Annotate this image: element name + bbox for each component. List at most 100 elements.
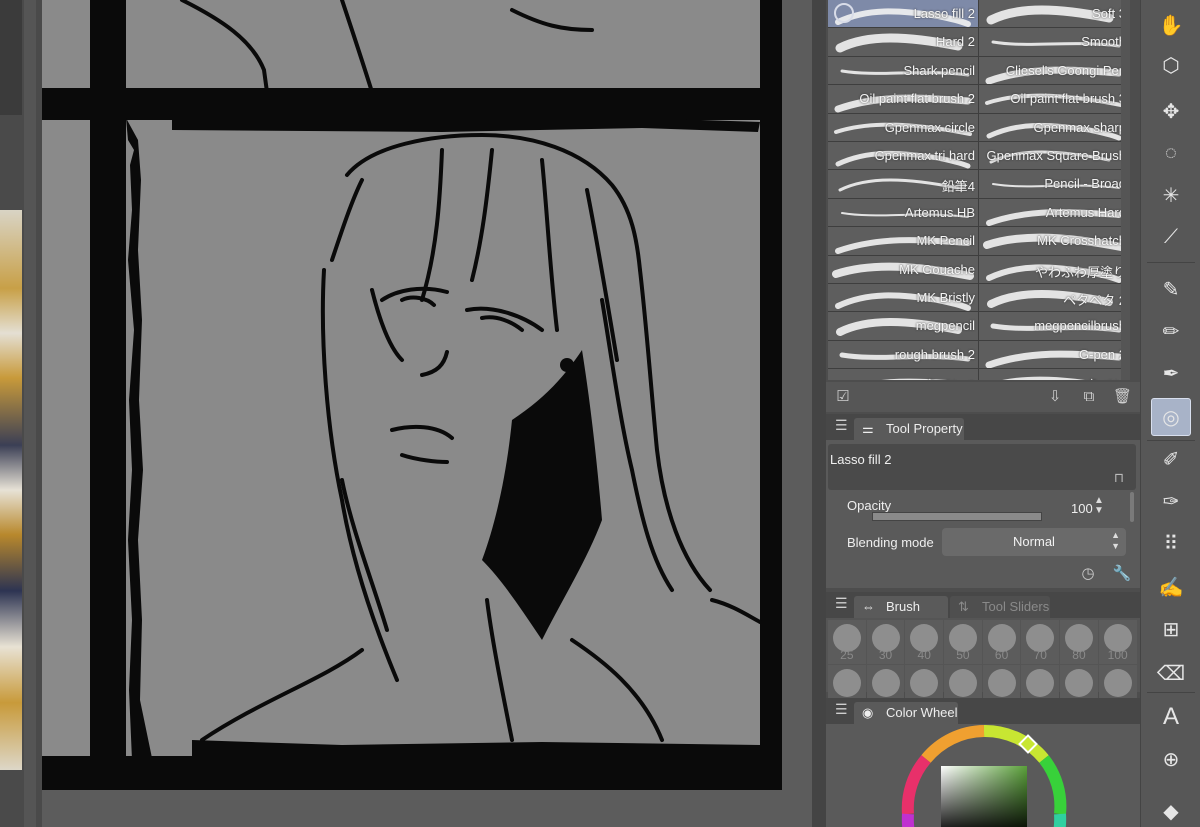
lasso-fill-tool-icon[interactable]: ◎ [1151, 398, 1191, 436]
panel-menu-icon[interactable]: ☰ [835, 595, 848, 612]
fill-bucket-tool-icon[interactable]: ◆ [1151, 792, 1191, 827]
brush-item[interactable]: Gpenmax sharp [979, 113, 1129, 141]
brush-item[interactable]: MK Crosshatch [979, 227, 1129, 255]
brush-size-dot [1065, 669, 1094, 697]
color-wheel[interactable] [826, 724, 1140, 827]
tab-tool-sliders[interactable]: ⇅ Tool Sliders [950, 596, 1050, 618]
magic-wand-tool-icon[interactable]: ✳ [1151, 176, 1191, 214]
tab-tool-property-label: Tool Property [886, 421, 963, 436]
left-panel-scrollbar[interactable] [24, 0, 36, 827]
sub-tool-actions-bar: ☑ ⇩ ⧉ 🗑 [826, 382, 1140, 412]
delete-sub-tool-icon[interactable]: 🗑 [1113, 388, 1132, 406]
brush-size-preset[interactable]: 50 [944, 620, 982, 664]
brush-item[interactable]: 鉛筆4 [828, 170, 978, 198]
tool-property-scrollbar[interactable] [1130, 492, 1134, 522]
lasso-select-tool-icon[interactable]: ◌ [1151, 134, 1191, 172]
brush-item[interactable]: Gpenmax tri hard [828, 141, 978, 170]
lock-icon[interactable]: ⊓ [1114, 470, 1124, 486]
brush-item[interactable]: ペタペタ 2 [979, 283, 1129, 312]
import-sub-tool-icon[interactable]: ⇩ [1046, 388, 1064, 406]
duplicate-sub-tool-icon[interactable]: ⧉ [1080, 388, 1098, 406]
brush-size-preset[interactable]: 80 [1060, 620, 1098, 664]
blending-mode-select[interactable]: Normal ▲ ▼ [942, 528, 1126, 556]
brush-item[interactable]: megpencilbrush [979, 312, 1129, 340]
brush-item[interactable]: 色ペン [979, 369, 1129, 380]
eyedropper-tool-icon[interactable]: ⟋ [1151, 218, 1191, 256]
brush-item[interactable]: Oil paint flat brush 3 [979, 85, 1129, 113]
decoration-pen-tool-icon[interactable]: ✍ [1151, 568, 1191, 606]
brush-item[interactable]: 色ペン 2 [828, 369, 978, 380]
brush-item-label: Oil paint flat brush 2 [859, 91, 975, 107]
spray-tool-icon[interactable]: ⠿ [1151, 524, 1191, 562]
brush-item[interactable]: G-pen 2 [979, 340, 1129, 369]
brush-item[interactable]: Shark pencil [828, 56, 978, 85]
brush-item[interactable]: rough brush 2 [828, 340, 978, 369]
hand-tool-icon[interactable]: ✋ [1151, 6, 1191, 44]
brush-row: Hard 2 Smooth [828, 28, 1130, 56]
brush-item[interactable]: Artemus HB [828, 198, 978, 227]
brush-tool-icon[interactable]: ✐ [1151, 440, 1191, 478]
brush-item[interactable]: MK Pencil [828, 227, 978, 255]
brush-item-label: Smooth [1081, 34, 1126, 50]
brush-item[interactable]: Smooth [979, 28, 1129, 56]
tab-brush-size[interactable]: ⇔ Brush Size [854, 596, 948, 636]
brush-item[interactable]: Gpenmax circle [828, 113, 978, 141]
brush-item-label: Shark pencil [903, 62, 975, 78]
sliders-icon: ⇅ [958, 599, 969, 614]
brush-item[interactable]: Lasso fill 2 [828, 0, 978, 28]
tab-color-wheel[interactable]: ◉ Color Wheel [854, 702, 958, 724]
canvas-scrollbar[interactable] [812, 0, 826, 827]
brush-item[interactable]: Hard 2 [828, 28, 978, 56]
brush-item[interactable]: Cliesel's Goongi Pen [979, 56, 1129, 85]
brush-size-value: 40 [917, 648, 931, 662]
text-tool-icon[interactable]: A [1151, 698, 1191, 736]
brush-size-row: 25 30 40 50 60 70 80 100 [828, 620, 1138, 664]
g-pen-tool-icon[interactable]: ✒ [1151, 354, 1191, 392]
airbrush-pen-tool-icon[interactable]: ✑ [1151, 482, 1191, 520]
ruler-grid-tool-icon[interactable]: ⊕ [1151, 740, 1191, 778]
brush-size-preset[interactable]: 40 [905, 620, 944, 664]
opacity-value[interactable]: 100 [1071, 501, 1093, 516]
brush-size-dot [987, 669, 1016, 697]
pencil-tool-icon[interactable]: ✏ [1151, 312, 1191, 350]
tab-tool-property[interactable]: ⚌ Tool Property [854, 418, 964, 440]
reset-icon[interactable]: ◷ [1078, 564, 1098, 584]
brush-item[interactable]: MK Gouache [828, 255, 978, 283]
brush-size-dot [949, 669, 978, 697]
brush-size-preset[interactable]: 100 [1098, 620, 1137, 664]
opacity-stepper[interactable]: ▲ ▼ [1094, 496, 1104, 516]
brush-size-preset[interactable]: 60 [982, 620, 1021, 664]
brush-item[interactable]: やわふわ厚塗り [979, 255, 1129, 283]
brush-item-label: Gpenmax sharp [1033, 119, 1127, 135]
brush-item[interactable]: Gpenmax Square Brush [979, 141, 1129, 170]
opacity-slider[interactable] [872, 512, 1042, 521]
brush-size-value: 80 [1072, 648, 1086, 662]
wrench-icon[interactable]: 🔧 [1112, 564, 1132, 584]
brush-size-preset[interactable]: 30 [866, 620, 905, 664]
brush-item[interactable]: Soft 3 [979, 0, 1129, 28]
brush-item[interactable]: Pencil - Broad [979, 170, 1129, 198]
panel-menu-icon[interactable]: ☰ [835, 701, 848, 718]
pen-tool-icon[interactable]: ✎ [1151, 270, 1191, 308]
brush-size-preset[interactable]: 70 [1021, 620, 1060, 664]
canvas-area[interactable] [42, 0, 812, 827]
brush-size-value: 70 [1033, 648, 1047, 662]
brush-item[interactable]: megpencil [828, 312, 978, 340]
brush-item[interactable]: Oil paint flat brush 2 [828, 85, 978, 113]
3d-box-tool-icon[interactable]: ⬡ [1151, 46, 1191, 84]
brush-grid-scrollbar[interactable] [1121, 0, 1130, 380]
brush-item[interactable]: Artemus Hard [979, 198, 1129, 227]
brush-item-label: MK Bristly [916, 289, 976, 305]
pattern-tool-icon[interactable]: ⊞ [1151, 610, 1191, 648]
sub-tool-settings-icon[interactable]: ☑ [834, 388, 852, 406]
brush-item-label: Artemus Hard [1045, 204, 1126, 220]
eraser-tool-icon[interactable]: ⌫ [1151, 654, 1191, 692]
drawing-canvas[interactable] [42, 0, 812, 827]
panel-menu-icon[interactable]: ☰ [835, 417, 848, 434]
reference-image-thumbnail[interactable] [0, 210, 22, 770]
brush-item[interactable]: MK Bristly [828, 283, 978, 312]
brush-size-value: 50 [956, 648, 970, 662]
move-tool-icon[interactable]: ✥ [1151, 92, 1191, 130]
brush-size-value: 25 [840, 648, 854, 662]
brush-size-preset[interactable]: 25 [828, 620, 866, 664]
